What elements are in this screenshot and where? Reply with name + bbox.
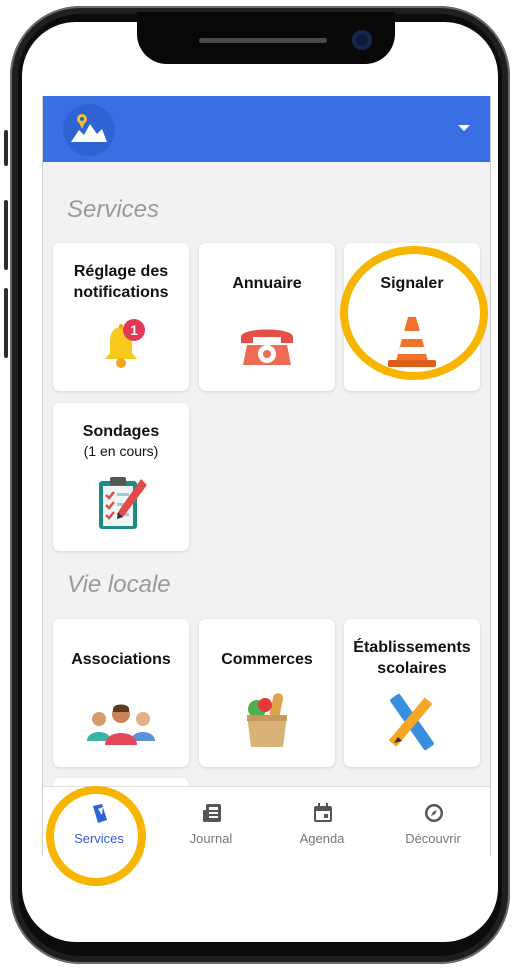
bell-icon <box>53 323 189 374</box>
card-associations-label: Associations <box>71 651 171 668</box>
card-sondages[interactable]: Sondages (1 en cours) <box>53 403 189 551</box>
card-etablissements-label-line2: scolaires <box>377 660 447 677</box>
card-annuaire[interactable]: Annuaire <box>199 243 335 391</box>
card-notifications-label-line2: notifications <box>73 284 169 301</box>
section-title-services: Services <box>67 196 160 223</box>
card-associations[interactable]: Associations <box>53 619 189 767</box>
nav-agenda-label: Agenda <box>299 831 345 846</box>
phone-mute-button <box>4 130 8 166</box>
phone-notch <box>137 12 395 64</box>
highlight-circle-signaler <box>340 246 488 380</box>
app-header <box>43 96 490 162</box>
town-logo-icon <box>71 114 107 142</box>
telephone-icon <box>199 323 335 372</box>
card-sondages-label: Sondages <box>82 423 160 440</box>
town-logo[interactable] <box>63 104 115 156</box>
card-notifications[interactable]: Réglage des notifications 1 <box>53 243 189 391</box>
nav-journal-label: Journal <box>189 831 233 846</box>
chevron-down-icon[interactable] <box>458 125 470 131</box>
compass-icon <box>425 804 443 822</box>
nav-agenda[interactable]: Agenda <box>272 787 372 856</box>
card-commerces-label: Commerces <box>221 651 313 668</box>
nav-journal[interactable]: Journal <box>161 787 261 856</box>
highlight-circle-services <box>46 786 146 886</box>
nav-decouvrir[interactable]: Découvrir <box>383 787 483 856</box>
people-group-icon <box>53 701 189 750</box>
card-etablissements-scolaires[interactable]: Établissements scolaires <box>344 619 480 767</box>
speaker-grille <box>199 38 327 43</box>
newspaper-icon <box>203 804 221 822</box>
card-notifications-label-line1: Réglage des <box>73 263 169 280</box>
card-commerces[interactable]: Commerces <box>199 619 335 767</box>
card-sondages-subtitle: (1 en cours) <box>83 443 159 459</box>
front-camera <box>352 30 372 50</box>
notification-badge: 1 <box>123 319 145 341</box>
nav-decouvrir-label: Découvrir <box>405 831 461 846</box>
phone-volume-up-button <box>4 200 8 270</box>
card-annuaire-label: Annuaire <box>232 275 302 292</box>
calendar-icon <box>314 803 332 822</box>
grocery-bag-icon <box>199 689 335 754</box>
card-etablissements-label-line1: Établissements <box>353 639 471 656</box>
app-screen: Services Réglage des notifications 1 Ann… <box>42 96 491 856</box>
clipboard-checklist-icon <box>53 473 189 538</box>
phone-volume-down-button <box>4 288 8 358</box>
ruler-pencil-icon <box>344 693 480 756</box>
section-title-vie-locale: Vie locale <box>67 571 171 598</box>
